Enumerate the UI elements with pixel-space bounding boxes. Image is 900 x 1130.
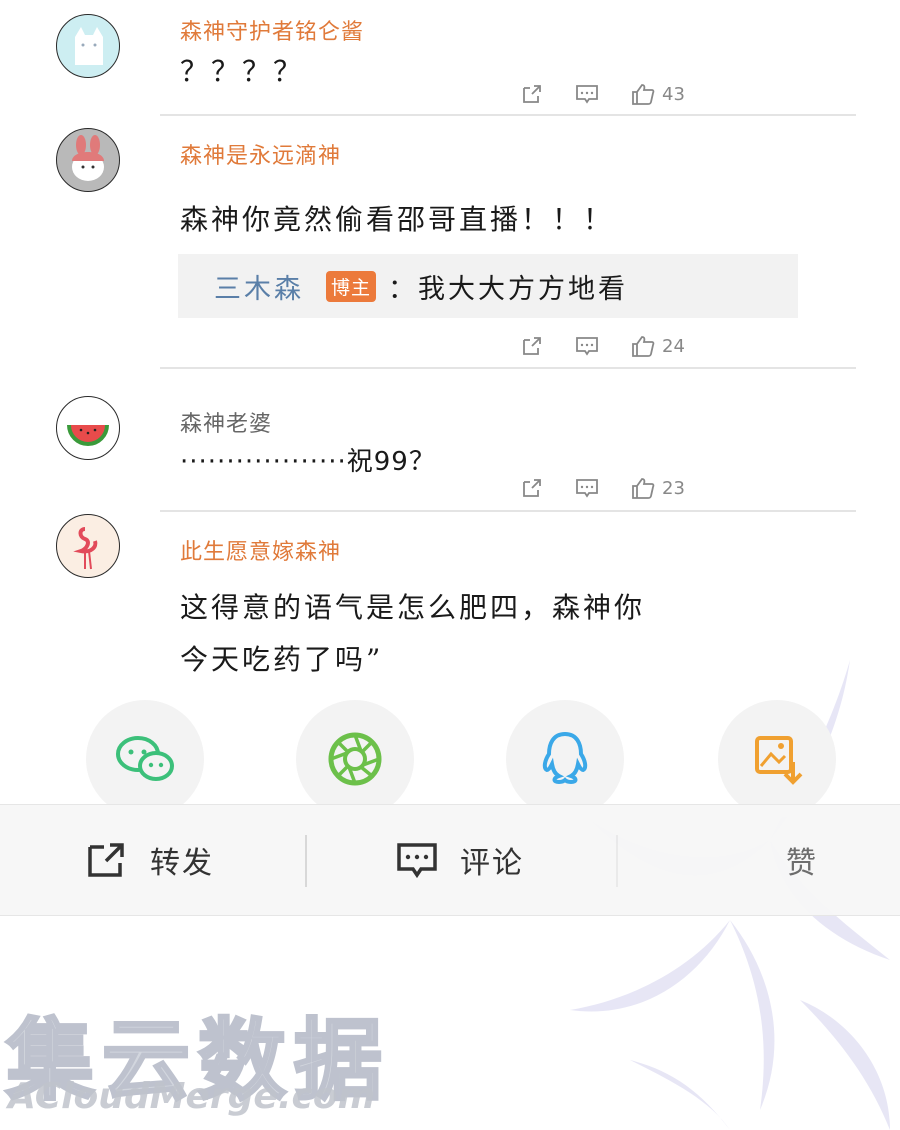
like-button[interactable]: 23 bbox=[630, 476, 685, 500]
repost-bar-button[interactable]: 转发 bbox=[86, 805, 214, 915]
comment-actions: 24 bbox=[520, 334, 715, 358]
repost-icon bbox=[523, 85, 541, 103]
like-count: 23 bbox=[662, 477, 685, 499]
divider bbox=[160, 114, 856, 116]
thumbs-up-icon bbox=[632, 84, 655, 105]
avatar[interactable] bbox=[56, 396, 120, 460]
watermelon-avatar-icon bbox=[67, 424, 109, 446]
like-button[interactable]: 24 bbox=[630, 334, 685, 358]
repost-button[interactable] bbox=[520, 82, 544, 106]
divider bbox=[160, 510, 856, 512]
reply-username[interactable]: 三木森 bbox=[214, 267, 304, 306]
comment-icon bbox=[397, 843, 437, 879]
cat-avatar-icon bbox=[75, 27, 103, 65]
comment-username[interactable]: 森神老婆 bbox=[180, 406, 272, 438]
repost-icon bbox=[523, 479, 541, 497]
thumbs-up-icon bbox=[632, 336, 655, 357]
repost-button[interactable] bbox=[520, 334, 544, 358]
bar-separator bbox=[616, 835, 618, 887]
comment-username[interactable]: 森神守护者铭仑酱 bbox=[180, 14, 364, 46]
bottom-action-bar: 转发 评论 赞 bbox=[0, 804, 900, 916]
comment-username[interactable]: 此生愿意嫁森神 bbox=[180, 534, 341, 566]
share-moments-button[interactable] bbox=[296, 700, 414, 818]
flamingo-avatar-icon bbox=[73, 527, 98, 570]
comment-text: ？？？？ bbox=[180, 55, 305, 88]
qq-icon bbox=[542, 731, 588, 785]
comment-icon bbox=[576, 85, 598, 104]
author-reply[interactable]: 三木森 博主 ：我大大方方地看 bbox=[178, 254, 798, 318]
comment-text-line: 这得意的语气是怎么肥四，森神你 bbox=[180, 591, 646, 624]
comment-label: 评论 bbox=[460, 846, 524, 881]
avatar[interactable] bbox=[56, 14, 120, 78]
bar-separator bbox=[305, 835, 307, 887]
bunny-avatar-icon bbox=[72, 135, 104, 181]
comment-text: ··················祝99？ bbox=[180, 447, 436, 477]
share-qq-button[interactable] bbox=[506, 700, 624, 818]
share-wechat-button[interactable] bbox=[86, 700, 204, 818]
like-bar-button[interactable]: 赞 bbox=[786, 805, 818, 915]
author-badge: 博主 bbox=[326, 270, 377, 302]
comment-text-line: 今天吃药了吗” bbox=[180, 643, 384, 676]
comment-button[interactable] bbox=[574, 82, 600, 106]
avatar[interactable] bbox=[56, 514, 120, 578]
thumbs-up-icon bbox=[632, 478, 655, 499]
like-label: 赞 bbox=[786, 846, 818, 881]
comment-actions: 43 bbox=[520, 82, 715, 106]
moments-icon bbox=[328, 732, 382, 786]
repost-label: 转发 bbox=[150, 846, 214, 881]
comment-text: 森神你竟然偷看邵哥直播！！！ bbox=[180, 203, 615, 236]
repost-icon bbox=[88, 843, 124, 877]
avatar[interactable] bbox=[56, 128, 120, 192]
comment-button[interactable] bbox=[574, 334, 600, 358]
save-image-button[interactable] bbox=[718, 700, 836, 818]
wechat-icon bbox=[116, 736, 174, 781]
repost-icon bbox=[523, 337, 541, 355]
comment-bar-button[interactable]: 评论 bbox=[396, 805, 524, 915]
save-image-icon bbox=[755, 736, 803, 785]
repost-button[interactable] bbox=[520, 476, 544, 500]
like-button[interactable]: 43 bbox=[630, 82, 685, 106]
comment-actions: 23 bbox=[520, 476, 715, 500]
like-count: 43 bbox=[662, 83, 685, 105]
comment-icon bbox=[576, 479, 598, 498]
like-count: 24 bbox=[662, 335, 685, 357]
reply-text: ：我大大方方地看 bbox=[388, 273, 629, 305]
comment-icon bbox=[576, 337, 598, 356]
comment-username[interactable]: 森神是永远滴神 bbox=[180, 138, 341, 170]
comment-button[interactable] bbox=[574, 476, 600, 500]
divider bbox=[160, 367, 856, 369]
watermark-url: ACloudMerge.com bbox=[8, 1076, 376, 1117]
